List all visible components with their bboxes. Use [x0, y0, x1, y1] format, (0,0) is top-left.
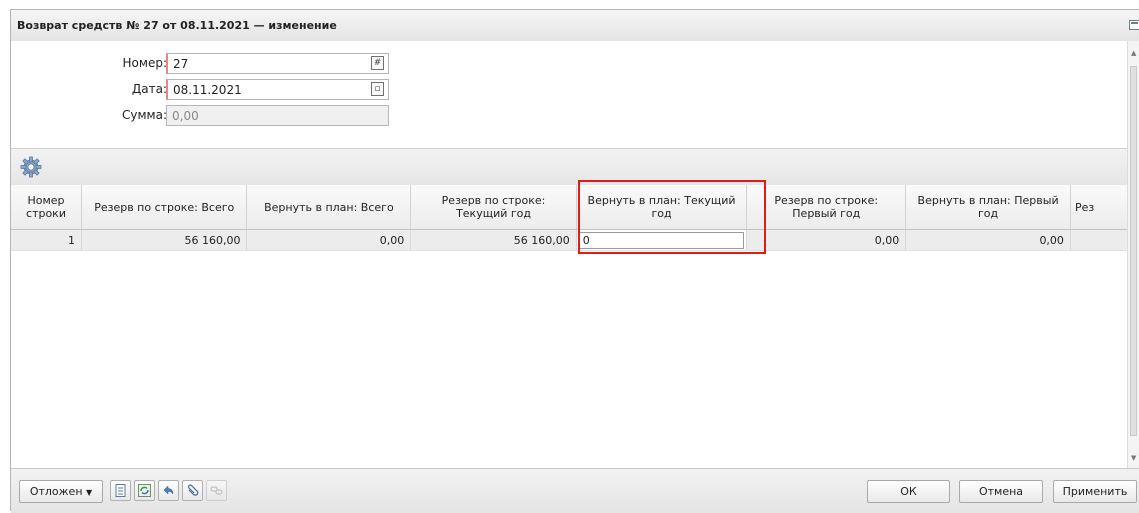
cell-return-current-year[interactable]: 0	[576, 229, 748, 251]
col-header-return-total[interactable]: Вернуть в план: Всего	[246, 185, 412, 230]
sum-field: 0,00	[166, 105, 389, 126]
header-form: Номер: 27 # Дата: 08.11.2021 ▫ Сумма: 0,…	[11, 41, 1129, 148]
refresh-button[interactable]	[134, 480, 155, 501]
ok-button[interactable]: ОК	[867, 480, 950, 503]
bottom-toolbar: Отложен ▼ ОК Отмена Применить	[11, 468, 1139, 513]
sum-value: 0,00	[172, 109, 199, 123]
scrollbar-thumb[interactable]	[1130, 66, 1137, 436]
scroll-up-icon[interactable]: ▲	[1131, 49, 1136, 57]
col-header-reserve-next[interactable]: Рез	[1070, 185, 1129, 230]
chevron-down-icon: ▼	[86, 488, 93, 497]
cell-return-total[interactable]: 0,00	[246, 229, 412, 251]
grid-table: Номер строки Резерв по строке: Всего Вер…	[11, 185, 1129, 251]
date-value: 08.11.2021	[173, 83, 242, 97]
document-button[interactable]	[110, 480, 131, 501]
cancel-button[interactable]: Отмена	[959, 480, 1043, 503]
attach-button[interactable]	[182, 480, 203, 501]
numbering-icon[interactable]: #	[371, 56, 384, 70]
status-dropdown-button[interactable]: Отложен ▼	[19, 480, 103, 503]
cell-reserve-next[interactable]	[1070, 229, 1129, 251]
grid-toolbar	[11, 148, 1129, 186]
cell-row-number[interactable]: 1	[11, 229, 82, 251]
cell-return-first-year[interactable]: 0,00	[905, 229, 1071, 251]
number-field[interactable]: 27 #	[166, 53, 389, 74]
title-bar[interactable]: Возврат средств № 27 от 08.11.2021 — изм…	[11, 10, 1139, 42]
col-header-reserve-total[interactable]: Резерв по строке: Всего	[81, 185, 248, 230]
document-icon	[115, 484, 126, 497]
col-header-return-current-year[interactable]: Вернуть в план: Текущий год	[576, 185, 748, 230]
col-header-reserve-first-year[interactable]: Резерв по строке: Первый год	[746, 185, 907, 230]
refresh-icon	[138, 484, 151, 497]
window-title: Возврат средств № 27 от 08.11.2021 — изм…	[17, 19, 337, 32]
col-header-reserve-current-year[interactable]: Резерв по строке: Текущий год	[410, 185, 577, 230]
apply-button[interactable]: Применить	[1053, 480, 1137, 503]
number-value: 27	[173, 57, 189, 71]
vertical-scrollbar[interactable]: ▲ ▼	[1127, 41, 1139, 468]
date-field[interactable]: 08.11.2021 ▫	[166, 79, 389, 100]
paperclip-icon	[187, 484, 199, 496]
cell-reserve-current-year[interactable]: 56 160,00	[410, 229, 577, 251]
cell-editor-input[interactable]: 0	[578, 231, 745, 249]
scroll-down-icon[interactable]: ▼	[1131, 454, 1136, 462]
number-label: Номер:	[122, 56, 167, 70]
settings-gear-icon[interactable]	[19, 155, 43, 179]
undo-icon	[163, 485, 174, 495]
link-icon	[210, 486, 223, 495]
date-label: Дата:	[131, 82, 167, 96]
undo-button[interactable]	[158, 480, 179, 501]
cell-reserve-first-year[interactable]: 0,00	[746, 229, 907, 251]
calendar-icon[interactable]: ▫	[371, 82, 384, 96]
dialog-window: Возврат средств № 27 от 08.11.2021 — изм…	[10, 9, 1139, 513]
sum-label: Сумма:	[122, 108, 167, 122]
data-grid: Номер строки Резерв по строке: Всего Вер…	[11, 185, 1129, 468]
col-header-row-number[interactable]: Номер строки	[11, 185, 82, 230]
col-header-return-first-year[interactable]: Вернуть в план: Первый год	[905, 185, 1071, 230]
table-row[interactable]: 1 56 160,00 0,00 56 160,00 0 0,00 0,00	[11, 229, 1129, 251]
status-label: Отложен	[29, 485, 83, 498]
link-button[interactable]	[206, 480, 227, 501]
maximize-icon[interactable]	[1129, 20, 1139, 30]
cell-reserve-total[interactable]: 56 160,00	[81, 229, 248, 251]
